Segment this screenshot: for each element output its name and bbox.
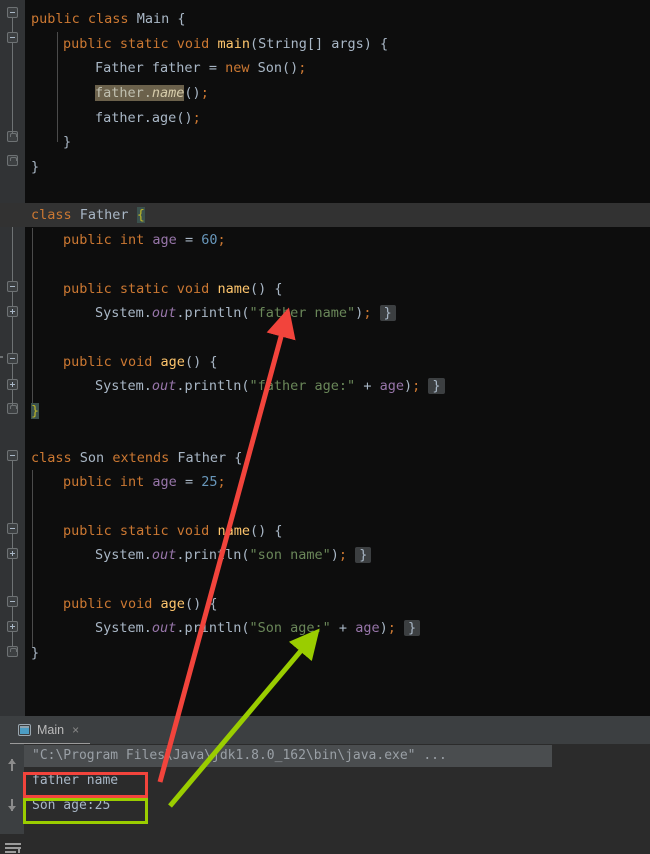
fold-expand-icon[interactable] — [7, 306, 18, 317]
fold-collapse-icon[interactable] — [7, 353, 18, 364]
code-line[interactable]: System.out.println("father name"); } — [25, 301, 650, 326]
fold-end-icon[interactable] — [7, 155, 18, 166]
fold-connector — [12, 559, 13, 596]
code-line[interactable]: public static void name() { — [25, 519, 650, 544]
code-line[interactable]: public class Main { — [25, 7, 650, 32]
fold-expand-icon[interactable] — [7, 621, 18, 632]
fold-connector — [12, 461, 13, 523]
fold-connector — [12, 292, 13, 306]
soft-wrap-icon[interactable] — [5, 842, 21, 854]
fold-connector — [12, 219, 13, 281]
code-line[interactable]: System.out.println("son name"); } — [25, 543, 650, 568]
code-line[interactable]: } — [25, 155, 650, 180]
console-toolbar[interactable] — [0, 744, 24, 853]
code-line[interactable]: Father father = new Son(); — [25, 56, 650, 81]
code-line[interactable]: public void age() { — [25, 350, 650, 375]
annotation-box-green — [23, 798, 148, 824]
console-tab-bar[interactable]: Main × — [0, 716, 650, 745]
fold-collapse-icon[interactable] — [7, 32, 18, 43]
code-line[interactable]: public static void name() { — [25, 277, 650, 302]
ide-window: public class Main { public static void m… — [0, 0, 650, 853]
fold-connector — [12, 364, 13, 379]
code-line[interactable]: public static void main(String[] args) { — [25, 32, 650, 57]
fold-collapse-icon[interactable] — [7, 281, 18, 292]
code-line[interactable]: class Father { — [25, 203, 650, 228]
console-tab-label: Main — [37, 723, 65, 737]
run-configuration-icon — [18, 724, 31, 736]
code-line[interactable]: } — [25, 641, 650, 666]
annotation-box-red — [23, 772, 148, 798]
fold-connector — [12, 534, 13, 548]
code-line[interactable]: public int age = 60; — [25, 228, 650, 253]
up-arrow-icon[interactable] — [5, 758, 19, 772]
fold-collapse-icon[interactable] — [7, 596, 18, 607]
console-tab-main[interactable]: Main × — [18, 718, 79, 742]
fold-connector — [12, 607, 13, 621]
fold-collapse-icon[interactable] — [7, 450, 18, 461]
fold-expand-icon[interactable] — [7, 548, 18, 559]
code-line[interactable]: } — [25, 130, 650, 155]
code-line[interactable]: } — [25, 399, 650, 424]
code-content[interactable]: public class Main { public static void m… — [0, 0, 650, 716]
fold-connector — [12, 317, 13, 353]
code-line[interactable]: System.out.println("father age:" + age);… — [25, 374, 650, 399]
fold-end-icon[interactable] — [7, 646, 18, 657]
fold-connector — [12, 390, 13, 405]
down-arrow-icon[interactable] — [5, 798, 19, 812]
fold-collapse-icon[interactable] — [7, 7, 18, 18]
fold-expand-icon[interactable] — [7, 379, 18, 390]
code-line[interactable]: System.out.println("Son age:" + age); } — [25, 616, 650, 641]
code-editor[interactable]: public class Main { public static void m… — [0, 0, 650, 716]
fold-connector — [12, 43, 13, 133]
gutter-marker — [0, 356, 3, 358]
code-line[interactable]: class Son extends Father { — [25, 446, 650, 471]
code-line[interactable]: father.name(); — [25, 81, 650, 106]
console-line-system: "C:\Program Files\Java\jdk1.8.0_162\bin\… — [24, 745, 552, 767]
code-line[interactable]: public void age() { — [25, 592, 650, 617]
fold-connector — [12, 632, 13, 647]
editor-gutter[interactable] — [0, 0, 25, 716]
fold-connector — [12, 18, 13, 32]
code-line[interactable]: public int age = 25; — [25, 470, 650, 495]
code-line[interactable]: father.age(); — [25, 106, 650, 131]
fold-collapse-icon[interactable] — [7, 523, 18, 534]
close-icon[interactable]: × — [72, 723, 79, 737]
